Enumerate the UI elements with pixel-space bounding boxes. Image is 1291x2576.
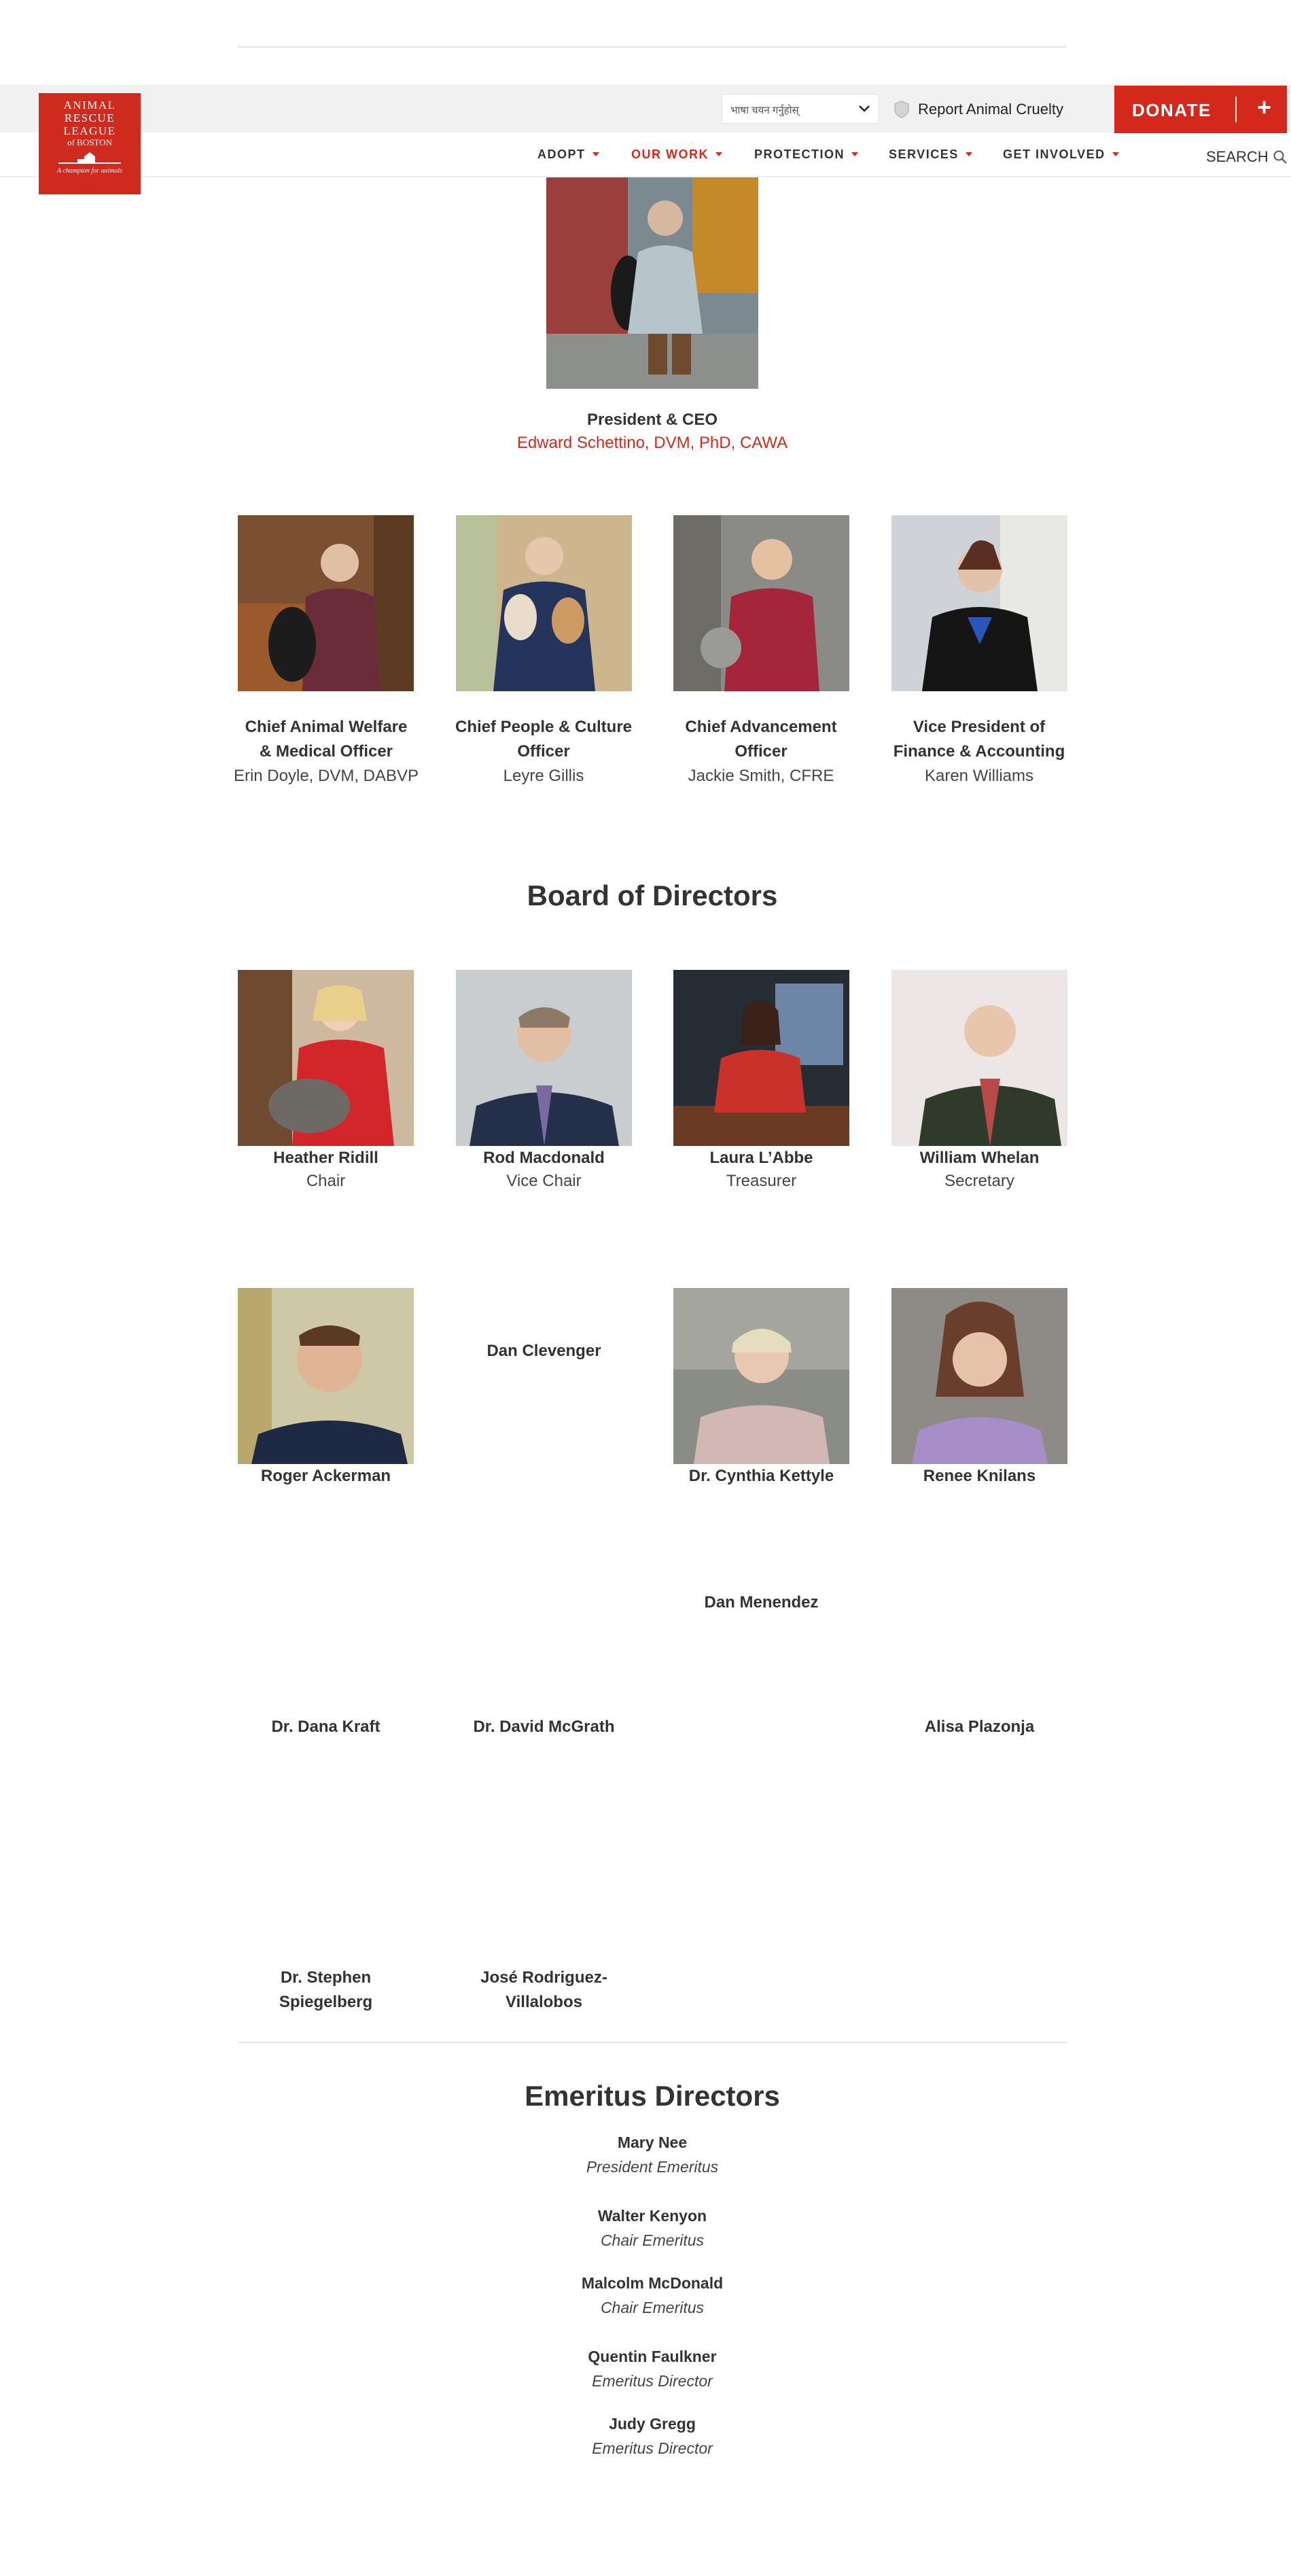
executive-title: & Medical Officer xyxy=(259,742,393,761)
executive-name: Karen Williams xyxy=(924,767,1034,785)
chevron-down-icon xyxy=(859,105,870,112)
ceo-name: Edward Schettino, DVM, PhD, CAWA xyxy=(516,434,788,452)
emeritus-name: Walter Kenyon xyxy=(597,2207,707,2225)
board-member-name: Heather Ridill xyxy=(273,1149,378,1167)
board-member-title: Treasurer xyxy=(726,1172,797,1190)
board-heading: Board of Directors xyxy=(527,880,778,911)
ceo-title: President & CEO xyxy=(586,411,718,429)
emeritus-name: Malcolm McDonald xyxy=(581,2274,724,2292)
executive-photo xyxy=(238,515,414,691)
board-photo xyxy=(238,970,414,1146)
board-member-name: Renee Knilans xyxy=(923,1467,1036,1485)
board-member-name: Dan Menendez xyxy=(704,1593,819,1612)
emeritus-name: Judy Gregg xyxy=(609,2415,696,2433)
board-member-name: William Whelan xyxy=(919,1149,1040,1167)
donate-separator xyxy=(1235,97,1237,122)
board-member-title: Secretary xyxy=(944,1172,1014,1190)
report-cruelty-link[interactable]: Report Animal Cruelty xyxy=(894,99,1063,120)
board-member-name: Dr. Dana Kraft xyxy=(271,1718,381,1736)
top-divider xyxy=(238,46,1067,48)
caret-down-icon xyxy=(1112,152,1119,156)
logo-text: LEAGUE xyxy=(63,124,116,137)
executive-name: Erin Doyle, DVM, DABVP xyxy=(233,767,419,785)
nav-get-involved[interactable]: GET INVOLVED xyxy=(1003,147,1119,162)
executive-title: Officer xyxy=(735,742,788,761)
logo-text: of BOSTON xyxy=(67,137,112,147)
donate-label: DONATE xyxy=(1132,100,1212,120)
executive-title: Chief Advancement xyxy=(685,718,837,736)
executive-title: Chief People & Culture xyxy=(455,718,633,736)
board-member-name: Alisa Plazonja xyxy=(924,1718,1035,1736)
board-photo xyxy=(891,1288,1067,1464)
search-button[interactable]: SEARCH xyxy=(1206,148,1288,166)
executive-name: Jackie Smith, CFRE xyxy=(688,767,834,785)
nav-label: OUR WORK xyxy=(631,147,709,161)
emeritus-name: Quentin Faulkner xyxy=(588,2348,717,2365)
report-cruelty-label: Report Animal Cruelty xyxy=(918,101,1063,118)
nav-label: ADOPT xyxy=(537,147,586,161)
board-member-name: Roger Ackerman xyxy=(260,1467,391,1485)
utility-bar xyxy=(0,85,1291,133)
nav-services[interactable]: SERVICES xyxy=(889,147,972,162)
executive-title: Officer xyxy=(517,742,570,761)
donate-button[interactable]: DONATE + xyxy=(1114,86,1287,133)
board-photo xyxy=(891,970,1067,1146)
emeritus-title: Chair Emeritus xyxy=(600,2231,705,2249)
board-member-name: Dr. Cynthia Kettyle xyxy=(688,1467,834,1485)
logo-text: ANIMAL xyxy=(63,99,116,111)
board-member-name: Laura L’Abbe xyxy=(709,1149,813,1167)
board-member-title: Vice Chair xyxy=(506,1172,582,1190)
search-label: SEARCH xyxy=(1206,148,1269,165)
nav-our-work[interactable]: OUR WORK xyxy=(631,147,722,162)
nav-label: SERVICES xyxy=(889,147,959,161)
board-member-name: Spiegelberg xyxy=(279,1993,373,2011)
executive-name: Leyre Gillis xyxy=(503,767,584,785)
board-photo xyxy=(456,970,632,1146)
board-member-name: Dan Clevenger xyxy=(487,1342,601,1360)
emeritus-title: President Emeritus xyxy=(586,2158,719,2176)
executive-title: Vice President of xyxy=(913,718,1046,736)
board-photo xyxy=(673,1288,849,1464)
executive-photo xyxy=(456,515,632,691)
caret-down-icon xyxy=(851,152,859,156)
nav-adopt[interactable]: ADOPT xyxy=(537,147,599,162)
board-photo xyxy=(238,1288,414,1464)
logo-text: RESCUE xyxy=(64,111,116,124)
board-member-name: Dr. Stephen xyxy=(280,1968,372,1987)
caret-down-icon xyxy=(715,152,722,156)
language-select-value: भाषा चयन गर्नुहोस् xyxy=(730,105,799,116)
board-member-title: Chair xyxy=(306,1172,346,1190)
language-select[interactable]: भाषा चयन गर्नुहोस् xyxy=(722,94,879,124)
nav-protection[interactable]: PROTECTION xyxy=(754,147,859,162)
executive-title: Finance & Accounting xyxy=(893,742,1065,761)
emeritus-title: Chair Emeritus xyxy=(600,2299,705,2316)
ceo-photo xyxy=(546,177,758,389)
emeritus-name: Mary Nee xyxy=(617,2134,688,2151)
nav-label: PROTECTION xyxy=(754,147,845,161)
shield-icon xyxy=(894,101,909,118)
caret-down-icon xyxy=(965,152,972,156)
search-icon xyxy=(1273,150,1287,164)
emeritus-title: Emeritus Director xyxy=(592,2439,713,2457)
executive-photo xyxy=(673,515,849,691)
logo-tagline: A champion for animals xyxy=(56,167,123,175)
executive-photo xyxy=(891,515,1067,691)
board-photo xyxy=(673,970,849,1146)
emeritus-title: Emeritus Director xyxy=(592,2372,713,2390)
board-member-name: Dr. David McGrath xyxy=(473,1718,615,1736)
board-member-name: Rod Macdonald xyxy=(483,1149,605,1167)
board-member-name: Villalobos xyxy=(506,1993,582,2011)
board-member-name: José Rodriguez- xyxy=(480,1968,607,1987)
plus-icon[interactable]: + xyxy=(1257,94,1271,121)
emeritus-heading: Emeritus Directors xyxy=(525,2080,780,2112)
executive-title: Chief Animal Welfare xyxy=(245,718,408,736)
site-logo[interactable]: ANIMAL RESCUE LEAGUE of BOSTON A champio… xyxy=(39,93,141,194)
house-logo-icon xyxy=(58,152,121,164)
section-divider xyxy=(238,2042,1067,2043)
caret-down-icon xyxy=(592,152,599,156)
nav-label: GET INVOLVED xyxy=(1003,147,1106,161)
